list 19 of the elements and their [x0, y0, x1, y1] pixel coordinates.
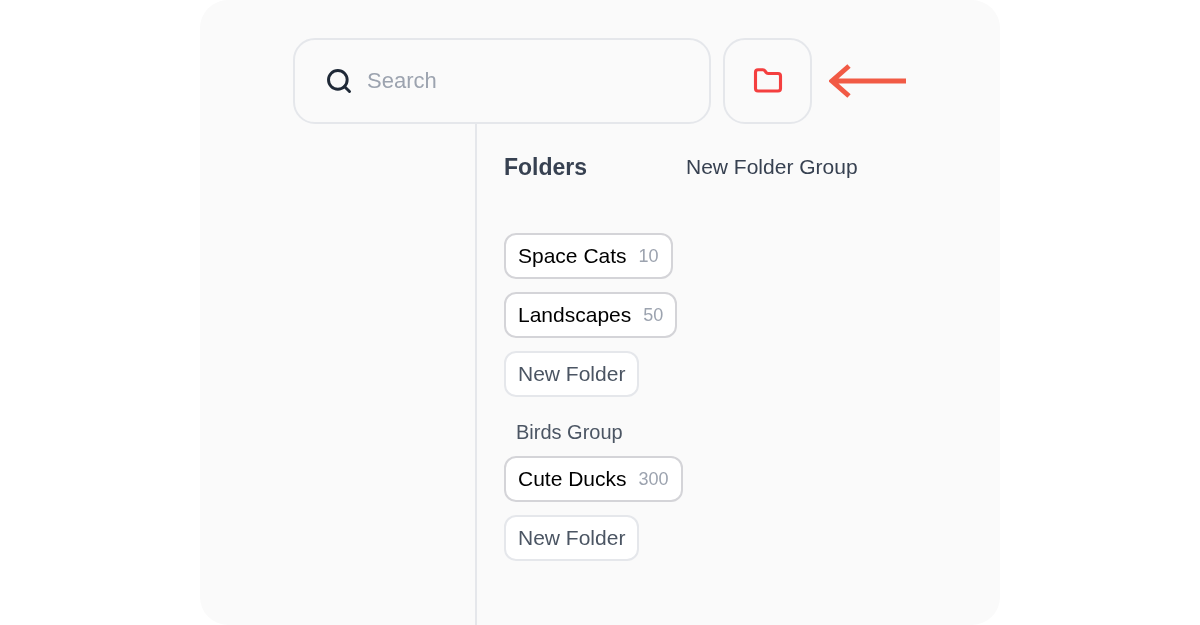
folder-chip[interactable]: Cute Ducks 300 [504, 456, 683, 502]
new-folder-button[interactable]: New Folder [504, 351, 640, 397]
arrow-icon [829, 63, 906, 99]
folders-heading: Folders [504, 152, 589, 182]
folder-chip[interactable]: Space Cats 10 [504, 233, 673, 279]
folder-name: Space Cats [518, 243, 627, 270]
folder-count: 300 [638, 467, 669, 491]
folder-count: 10 [638, 244, 659, 268]
search-icon [325, 67, 353, 95]
new-folder-group-button[interactable]: New Folder Group [686, 151, 858, 183]
folder-name: Cute Ducks [518, 466, 627, 493]
folder-button[interactable] [723, 38, 812, 124]
folder-count: 50 [643, 303, 664, 327]
folder-icon [752, 66, 783, 96]
group-title: Birds Group [515, 420, 624, 445]
folder-chip[interactable]: Landscapes 50 [504, 292, 678, 338]
new-folder-button[interactable]: New Folder [504, 515, 640, 561]
folder-name: Landscapes [518, 302, 632, 329]
search-field[interactable]: Search [293, 38, 711, 124]
